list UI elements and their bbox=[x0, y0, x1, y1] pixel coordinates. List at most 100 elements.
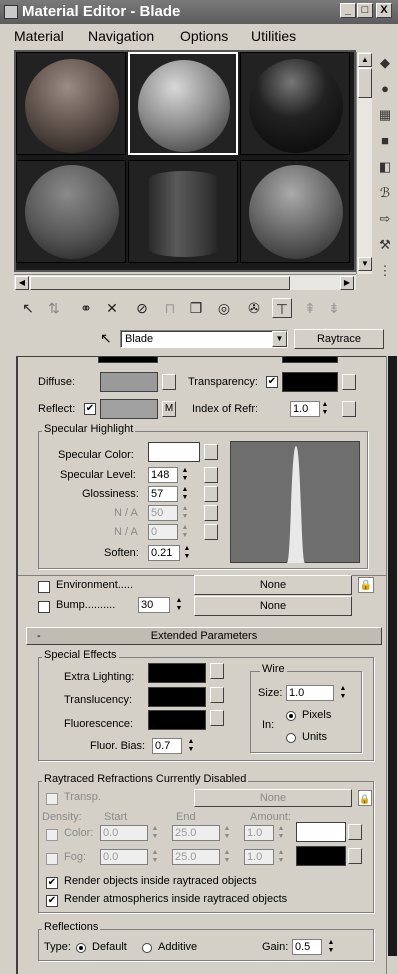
sample-type-icon[interactable]: ◆ bbox=[376, 54, 394, 72]
put-to-library-icon[interactable]: ❐ bbox=[186, 298, 206, 318]
translucency-map-button[interactable] bbox=[210, 687, 224, 703]
material-navigator-icon[interactable]: ⋮ bbox=[376, 262, 394, 280]
specular-highlight-title: Specular Highlight bbox=[42, 423, 136, 435]
reflections-default-radio[interactable] bbox=[76, 943, 86, 953]
render-inside-checkbox[interactable]: ✔ bbox=[46, 877, 58, 889]
uv-tiling-icon[interactable]: ■ bbox=[376, 132, 394, 150]
sample-slot-4[interactable] bbox=[16, 160, 126, 263]
vertical-scroll-thumb[interactable] bbox=[358, 68, 372, 98]
material-name-value: Blade bbox=[125, 333, 154, 345]
diffuse-map-button[interactable] bbox=[162, 374, 176, 390]
parameters-scrollbar[interactable] bbox=[386, 356, 398, 974]
luminosity-swatch[interactable] bbox=[282, 357, 338, 363]
index-of-refraction-field[interactable]: 1.0 bbox=[290, 401, 320, 417]
transparency-swatch[interactable] bbox=[282, 372, 338, 392]
wire-size-spinner-icon[interactable]: ▲ ▼ bbox=[338, 685, 348, 701]
reset-map-icon[interactable]: ✕ bbox=[102, 298, 122, 318]
wire-pixels-radio[interactable] bbox=[286, 711, 296, 721]
minimize-button[interactable]: _ bbox=[340, 3, 356, 18]
video-color-check-icon[interactable]: ◧ bbox=[376, 158, 394, 176]
slots-horizontal-scrollbar[interactable]: ◀ ▶ bbox=[14, 274, 356, 290]
glossiness-field[interactable]: 57 bbox=[148, 486, 178, 502]
specular-level-spinner-icon[interactable]: ▲ ▼ bbox=[180, 467, 190, 483]
menu-utilities[interactable]: Utilities bbox=[251, 28, 296, 44]
translucency-swatch[interactable] bbox=[148, 687, 206, 707]
go-forward-sibling-icon[interactable]: ⇟ bbox=[324, 298, 344, 318]
wire-size-field[interactable]: 1.0 bbox=[286, 685, 334, 701]
material-name-dropdown[interactable]: Blade ▼ bbox=[120, 330, 288, 348]
gain-spinner-icon[interactable]: ▲ ▼ bbox=[326, 939, 336, 955]
make-preview-icon[interactable]: ℬ bbox=[376, 184, 394, 202]
scroll-down-arrow-icon[interactable]: ▼ bbox=[358, 257, 372, 271]
specular-level-field[interactable]: 148 bbox=[148, 467, 178, 483]
wire-units-radio[interactable] bbox=[286, 733, 296, 743]
extra-lighting-map-button[interactable] bbox=[210, 663, 224, 679]
background-checker-icon[interactable]: ▦ bbox=[376, 106, 394, 124]
parameters-scroll-thumb[interactable] bbox=[388, 356, 397, 956]
transparency-checkbox[interactable]: ✔ bbox=[266, 376, 278, 388]
get-material-icon[interactable]: ↖ bbox=[18, 298, 38, 318]
soften-spinner-icon[interactable]: ▲ ▼ bbox=[182, 545, 192, 561]
scroll-left-arrow-icon[interactable]: ◀ bbox=[15, 276, 29, 290]
environment-checkbox[interactable] bbox=[38, 581, 50, 593]
slots-vertical-scrollbar[interactable]: ▲ ▼ bbox=[356, 52, 372, 274]
go-to-parent-icon[interactable]: ⇞ bbox=[300, 298, 320, 318]
options-icon[interactable]: ⇨ bbox=[376, 210, 394, 228]
restore-button[interactable]: □ bbox=[357, 3, 373, 18]
bump-map-button[interactable]: None bbox=[194, 596, 352, 616]
bump-spinner-icon[interactable]: ▲ ▼ bbox=[174, 597, 184, 613]
sample-slot-3[interactable] bbox=[240, 52, 350, 155]
sample-slot-1[interactable] bbox=[16, 52, 126, 155]
diffuse-swatch[interactable] bbox=[100, 372, 158, 392]
material-effects-channel-icon[interactable]: ◎ bbox=[214, 298, 234, 318]
scroll-right-arrow-icon[interactable]: ▶ bbox=[340, 276, 354, 290]
backlight-icon[interactable]: ● bbox=[376, 80, 394, 98]
index-map-button[interactable] bbox=[342, 401, 356, 417]
copy-material-icon[interactable]: ⊘ bbox=[132, 298, 152, 318]
menu-material[interactable]: Material bbox=[14, 28, 64, 44]
ambient-swatch[interactable] bbox=[98, 357, 158, 363]
show-end-result-icon[interactable]: ⊤ bbox=[272, 298, 292, 318]
horizontal-scroll-thumb[interactable] bbox=[30, 276, 290, 290]
fluor-bias-field[interactable]: 0.7 bbox=[152, 738, 182, 754]
fluorescence-swatch[interactable] bbox=[148, 710, 206, 730]
fluor-bias-spinner-icon[interactable]: ▲ ▼ bbox=[186, 738, 196, 754]
transparency-map-button[interactable] bbox=[342, 374, 356, 390]
sample-slot-6[interactable] bbox=[240, 160, 350, 263]
lock-icon[interactable]: 🔒 bbox=[358, 577, 374, 593]
reflections-additive-radio[interactable] bbox=[142, 943, 152, 953]
reflect-swatch[interactable] bbox=[100, 399, 158, 419]
reflect-checkbox[interactable]: ✔ bbox=[84, 403, 96, 415]
fluor-bias-label: Fluor. Bias: bbox=[90, 740, 146, 752]
put-to-scene-icon[interactable]: ⇅ bbox=[44, 298, 64, 318]
soften-field[interactable]: 0.21 bbox=[148, 545, 180, 561]
glossiness-map-button[interactable] bbox=[204, 486, 218, 502]
gain-field[interactable]: 0.5 bbox=[292, 939, 322, 955]
sample-slot-5[interactable] bbox=[128, 160, 238, 263]
bump-amount-field[interactable]: 30 bbox=[138, 597, 170, 613]
show-map-in-viewport-icon[interactable]: ✇ bbox=[244, 298, 264, 318]
select-by-material-icon[interactable]: ⚒ bbox=[376, 236, 394, 254]
scroll-up-arrow-icon[interactable]: ▲ bbox=[358, 53, 372, 67]
render-atmospherics-checkbox[interactable]: ✔ bbox=[46, 895, 58, 907]
chevron-down-icon[interactable]: ▼ bbox=[272, 331, 287, 347]
menu-navigation[interactable]: Navigation bbox=[88, 28, 154, 44]
specular-level-map-button[interactable] bbox=[204, 467, 218, 483]
bump-checkbox[interactable] bbox=[38, 601, 50, 613]
material-type-button[interactable]: Raytrace bbox=[294, 329, 384, 349]
pick-material-icon[interactable]: ↖ bbox=[100, 330, 112, 347]
make-unique-icon[interactable]: ⊓ bbox=[160, 298, 180, 318]
reflect-map-button[interactable]: M bbox=[162, 401, 176, 417]
extra-lighting-swatch[interactable] bbox=[148, 663, 206, 683]
glossiness-spinner-icon[interactable]: ▲ ▼ bbox=[180, 486, 190, 502]
menu-options[interactable]: Options bbox=[180, 28, 228, 44]
assign-material-icon[interactable]: ⚭ bbox=[76, 298, 96, 318]
specular-color-map-button[interactable] bbox=[204, 444, 218, 460]
sample-slot-2-selected[interactable] bbox=[128, 52, 238, 155]
specular-color-swatch[interactable] bbox=[148, 442, 200, 462]
fluorescence-map-button[interactable] bbox=[210, 710, 224, 726]
extended-parameters-rollout[interactable]: - Extended Parameters bbox=[26, 627, 382, 645]
environment-map-button[interactable]: None bbox=[194, 575, 352, 595]
close-button[interactable]: X bbox=[376, 3, 392, 18]
index-spinner-icon[interactable]: ▲ ▼ bbox=[320, 401, 330, 417]
